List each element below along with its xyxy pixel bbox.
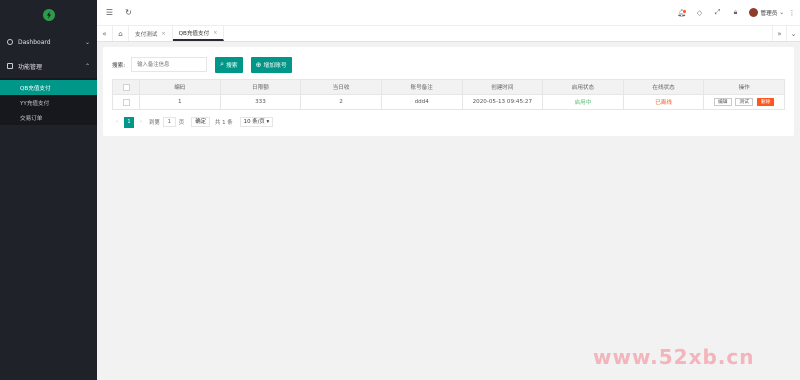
page-1-button[interactable]: 1 [124, 116, 134, 128]
tab-menu-chevron-icon[interactable]: ⌄ [786, 26, 800, 41]
nav-group-dashboard[interactable]: Dashboard ⌄ [0, 30, 97, 54]
row-select-cell [112, 94, 140, 110]
chevron-down-icon: ⌄ [84, 38, 90, 46]
goto-confirm-button[interactable]: 确定 [191, 117, 210, 127]
prev-page-button[interactable]: ‹ [112, 117, 122, 128]
select-all-cell [112, 79, 140, 95]
col-header-remark[interactable]: 账号备注 [380, 79, 463, 95]
sidebar: Dashboard ⌄ 功能管理 ⌃ QB充值支付 YY充值支付 交易订单 [0, 0, 97, 380]
page-size-select[interactable]: 10 条/页 ▾ [239, 117, 274, 127]
col-header-actions: 操作 [703, 79, 785, 95]
lock-icon[interactable]: 🔒︎ [727, 8, 745, 17]
gear-icon [7, 63, 13, 69]
col-header-id[interactable]: 编码 [139, 79, 221, 95]
search-button[interactable]: ⌕ 搜索 [215, 56, 243, 73]
search-bar: 搜索: ⌕ 搜索 ⊕ 增加账号 [112, 56, 785, 73]
notification-dot [682, 9, 686, 13]
table-row: 1 333 2 ddd4 2020-05-13 09:45:27 启用中 已离线… [112, 94, 785, 110]
watermark: www.52xb.cn [593, 345, 755, 369]
sidebar-item-qb-recharge[interactable]: QB充值支付 [0, 80, 97, 95]
user-name: 管理员 [760, 10, 778, 17]
pagination: ‹ 1 › 到第 1 页 确定 共 1 条 10 条/页 ▾ [112, 116, 785, 128]
fullscreen-icon[interactable]: ⤢ [709, 8, 727, 17]
tab-scroll-right-icon[interactable]: » [772, 26, 786, 41]
tab-pay-test[interactable]: 支付测试 × [129, 26, 173, 41]
cell-daily-limit: 333 [219, 94, 302, 110]
topbar: ☰ ↻ 🔔︎ ◇ ⤢ 🔒︎ 管理员 ⌄ ⋮ [97, 0, 800, 26]
bell-icon[interactable]: 🔔︎ [673, 9, 691, 17]
sidebar-item-orders[interactable]: 交易订单 [0, 110, 97, 125]
total-count: 共 1 条 [215, 120, 233, 126]
tab-qb-recharge[interactable]: QB充值支付 × [172, 26, 225, 41]
cell-enabled-status: 启用中 [542, 94, 624, 110]
close-icon[interactable]: × [213, 30, 217, 36]
caret-down-icon: ▾ [266, 119, 270, 125]
page-unit-label: 页 [178, 120, 185, 126]
search-input[interactable] [131, 57, 208, 72]
chevron-up-icon: ⌃ [84, 62, 90, 70]
logo[interactable] [0, 0, 97, 30]
col-header-enabled[interactable]: 启用状态 [542, 79, 624, 95]
dashboard-icon [7, 39, 13, 45]
cell-actions: 编辑 测试 删除 [703, 94, 785, 110]
cell-created: 2020-05-13 09:45:27 [461, 94, 544, 110]
main-content: 搜索: ⌕ 搜索 ⊕ 增加账号 编码 日限额 当日收 账号备注 [97, 42, 800, 380]
next-page-button[interactable]: › [136, 117, 146, 128]
search-button-label: 搜索 [226, 63, 238, 69]
tab-scroll-left-icon[interactable]: « [97, 26, 113, 41]
tab-label: QB充值支付 [178, 30, 210, 37]
more-icon[interactable]: ⋮ [784, 9, 800, 17]
edit-button[interactable]: 编辑 [713, 98, 732, 106]
cell-remark: ddd4 [380, 94, 463, 110]
avatar [748, 8, 758, 17]
nav-group-label: 功能管理 [18, 63, 43, 71]
cell-online-status: 已离线 [622, 94, 705, 110]
col-header-today[interactable]: 当日收 [300, 79, 382, 95]
refresh-icon[interactable]: ↻ [122, 6, 135, 19]
tab-bar: « ⌂ 支付测试 × QB充值支付 × » ⌄ [97, 26, 800, 42]
col-header-created[interactable]: 创建时间 [461, 79, 544, 95]
nav-group-label: Dashboard [18, 38, 51, 46]
cell-id: 1 [139, 94, 221, 110]
sub-menu: QB充值支付 YY充值支付 交易订单 [0, 78, 97, 125]
account-table: 编码 日限额 当日收 账号备注 创建时间 启用状态 在线状态 操作 1 333 … [112, 79, 785, 110]
select-all-checkbox[interactable] [122, 83, 130, 91]
row-checkbox[interactable] [122, 98, 130, 106]
content-card: 搜索: ⌕ 搜索 ⊕ 增加账号 编码 日限额 当日收 账号备注 [103, 47, 794, 136]
tag-icon[interactable]: ◇ [691, 9, 709, 17]
page-number-input[interactable]: 1 [162, 117, 176, 127]
nav-group-function-management[interactable]: 功能管理 ⌃ [0, 54, 97, 78]
home-icon[interactable]: ⌂ [113, 26, 129, 41]
search-label: 搜索: [112, 62, 126, 69]
test-button[interactable]: 测试 [735, 98, 753, 106]
cell-today: 2 [300, 94, 382, 110]
tab-bar-right: » ⌄ [772, 26, 800, 41]
menu-toggle-icon[interactable]: ☰ [103, 6, 116, 19]
col-header-online[interactable]: 在线状态 [622, 79, 705, 95]
close-icon[interactable]: × [161, 31, 165, 37]
add-account-button[interactable]: ⊕ 增加账号 [250, 56, 292, 73]
add-account-label: 增加账号 [263, 63, 287, 69]
goto-label: 到第 [149, 120, 160, 126]
table-header-row: 编码 日限额 当日收 账号备注 创建时间 启用状态 在线状态 操作 [112, 79, 785, 95]
page-size-value: 10 条/页 [243, 119, 265, 125]
sidebar-item-yy-recharge[interactable]: YY充值支付 [0, 95, 97, 110]
delete-button[interactable]: 删除 [756, 98, 775, 106]
col-header-daily-limit[interactable]: 日限额 [219, 79, 302, 95]
logo-icon [42, 9, 55, 21]
search-icon: ⌕ [220, 60, 224, 68]
user-menu[interactable]: 管理员 ⌄ [748, 8, 784, 17]
add-user-icon: ⊕ [255, 60, 262, 69]
topbar-right: 🔔︎ ◇ ⤢ 🔒︎ 管理员 ⌄ ⋮ [673, 0, 800, 25]
tab-label: 支付测试 [135, 31, 158, 38]
